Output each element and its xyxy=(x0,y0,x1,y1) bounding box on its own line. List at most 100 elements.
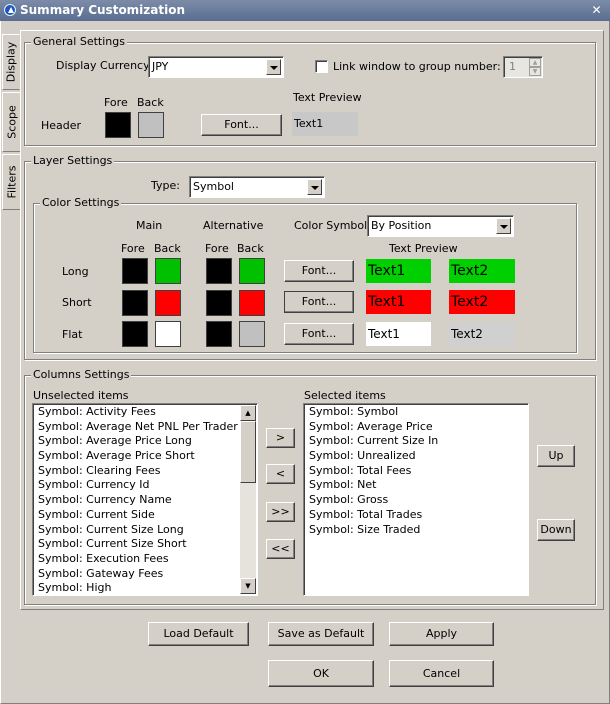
scroll-thumb[interactable] xyxy=(240,421,256,483)
cancel-button[interactable]: Cancel xyxy=(389,660,494,687)
move-down-button[interactable]: Down xyxy=(537,519,575,541)
row-flat-label: Flat xyxy=(62,328,83,341)
move-all-left-button[interactable]: << xyxy=(266,539,295,559)
spin-up-icon[interactable]: ▲ xyxy=(529,58,541,67)
long-alt-back-swatch[interactable] xyxy=(239,258,265,284)
color-symbol-select[interactable]: By Position xyxy=(367,215,514,237)
tab-filters-label: Filters xyxy=(5,165,18,199)
alt-fore-label: Fore xyxy=(205,242,229,255)
color-settings-legend: Color Settings xyxy=(40,196,122,210)
short-main-fore-swatch[interactable] xyxy=(122,290,148,316)
ok-button[interactable]: OK xyxy=(268,660,374,687)
header-text-preview-label: Text Preview xyxy=(293,91,362,104)
chevron-down-icon[interactable] xyxy=(266,59,281,75)
move-up-button[interactable]: Up xyxy=(537,445,575,467)
chevron-down-icon[interactable] xyxy=(496,218,511,234)
list-item[interactable]: Symbol: Clearing Fees xyxy=(34,464,239,479)
header-fore-swatch[interactable] xyxy=(105,112,131,138)
tab-filters[interactable]: Filters xyxy=(2,154,20,210)
list-item[interactable]: Symbol: Total Trades xyxy=(305,508,527,523)
move-all-right-button[interactable]: >> xyxy=(266,502,295,522)
list-item[interactable]: Symbol: Total Fees xyxy=(305,464,527,479)
scroll-down-icon[interactable]: ▼ xyxy=(240,578,256,594)
load-default-button[interactable]: Load Default xyxy=(148,622,249,646)
move-left-button[interactable]: < xyxy=(266,464,295,484)
header-font-button[interactable]: Font... xyxy=(201,114,282,136)
apply-button[interactable]: Apply xyxy=(389,622,494,646)
list-item[interactable]: Symbol: Average Price Short xyxy=(34,449,239,464)
flat-main-back-swatch[interactable] xyxy=(155,321,181,347)
window-title: Summary Customization xyxy=(20,3,186,17)
color-symbol-value: By Position xyxy=(371,219,432,232)
row-long-label: Long xyxy=(62,265,89,278)
main-label: Main xyxy=(136,219,163,232)
tab-display[interactable]: Display xyxy=(2,34,20,90)
group-number-value: 1 xyxy=(509,60,516,73)
flat-main-fore-swatch[interactable] xyxy=(122,321,148,347)
header-fore-label: Fore xyxy=(104,96,128,109)
list-item[interactable]: Symbol: Gateway Fees xyxy=(34,567,239,582)
list-item[interactable]: Symbol: Current Size Short xyxy=(34,537,239,552)
type-select[interactable]: Symbol xyxy=(189,176,325,198)
unselected-items-label: Unselected items xyxy=(33,389,129,402)
list-item[interactable]: Symbol: Net xyxy=(305,478,527,493)
list-item[interactable]: Symbol: Execution Fees xyxy=(34,552,239,567)
unselected-scrollbar[interactable]: ▲ ▼ xyxy=(240,405,256,594)
header-preview-text: Text1 xyxy=(294,117,324,130)
list-item[interactable]: Symbol: Currency Name xyxy=(34,493,239,508)
display-currency-select[interactable]: JPY xyxy=(148,56,284,78)
flat-alt-fore-swatch[interactable] xyxy=(206,321,232,347)
short-alt-back-swatch[interactable] xyxy=(239,290,265,316)
long-alt-fore-swatch[interactable] xyxy=(206,258,232,284)
save-as-default-button[interactable]: Save as Default xyxy=(268,622,374,646)
short-alt-fore-swatch[interactable] xyxy=(206,290,232,316)
list-item[interactable]: Symbol: Gross xyxy=(305,493,527,508)
list-item[interactable]: Symbol: Activity Fees xyxy=(34,405,239,420)
short-preview-text2: Text2 xyxy=(449,290,515,314)
general-settings-legend: General Settings xyxy=(31,35,127,49)
list-item[interactable]: Symbol: Average Net PNL Per Trader xyxy=(34,420,239,435)
alternative-label: Alternative xyxy=(203,219,264,232)
short-preview-text1: Text1 xyxy=(366,290,431,314)
move-right-button[interactable]: > xyxy=(266,428,295,448)
long-main-back-swatch[interactable] xyxy=(155,258,181,284)
group-number-spinner[interactable]: 1 ▲ ▼ xyxy=(503,56,543,78)
list-item[interactable]: Symbol: Current Size Long xyxy=(34,523,239,538)
header-back-swatch[interactable] xyxy=(138,112,164,138)
list-item[interactable]: Symbol: Unrealized xyxy=(305,449,527,464)
tab-scope[interactable]: Scope xyxy=(2,92,20,152)
close-icon[interactable]: ✕ xyxy=(589,3,604,17)
tab-scope-label: Scope xyxy=(5,105,18,139)
list-item[interactable]: Symbol: Size Traded xyxy=(305,523,527,538)
unselected-items-container: Symbol: Activity Fees Symbol: Average Net… xyxy=(34,405,239,595)
selected-items-container: Symbol: Symbol Symbol: Average Price Symbo… xyxy=(305,405,527,537)
list-item[interactable]: Symbol: Current Size In xyxy=(305,434,527,449)
list-item[interactable]: Symbol: Average Price xyxy=(305,420,527,435)
selected-items-list[interactable]: Symbol: Symbol Symbol: Average Price Symbo… xyxy=(303,403,529,596)
long-main-fore-swatch[interactable] xyxy=(122,258,148,284)
main-fore-label: Fore xyxy=(121,242,145,255)
spin-down-icon[interactable]: ▼ xyxy=(529,67,541,76)
unselected-items-list[interactable]: Symbol: Activity Fees Symbol: Average Net… xyxy=(32,403,258,596)
flat-font-button[interactable]: Font... xyxy=(284,323,354,345)
columns-settings-legend: Columns Settings xyxy=(31,368,132,382)
short-main-back-swatch[interactable] xyxy=(155,290,181,316)
list-item[interactable]: Symbol: Current Side xyxy=(34,508,239,523)
layer-text-preview-label: Text Preview xyxy=(389,242,458,255)
main-back-label: Back xyxy=(154,242,181,255)
app-icon xyxy=(4,4,16,16)
type-label: Type: xyxy=(151,179,180,192)
scroll-up-icon[interactable]: ▲ xyxy=(240,405,256,421)
long-font-button[interactable]: Font... xyxy=(284,260,354,282)
header-back-label: Back xyxy=(137,96,164,109)
list-item[interactable]: Symbol: Symbol xyxy=(305,405,527,420)
chevron-down-icon[interactable] xyxy=(307,179,322,195)
list-item[interactable]: Symbol: Average Price Long xyxy=(34,434,239,449)
link-window-checkbox[interactable] xyxy=(315,60,328,73)
row-short-label: Short xyxy=(62,296,92,309)
list-item[interactable]: Symbol: Currency Id xyxy=(34,478,239,493)
long-preview-text2: Text2 xyxy=(449,259,515,283)
short-font-button[interactable]: Font... xyxy=(284,291,354,313)
list-item[interactable]: Symbol: High xyxy=(34,581,239,595)
flat-alt-back-swatch[interactable] xyxy=(239,321,265,347)
